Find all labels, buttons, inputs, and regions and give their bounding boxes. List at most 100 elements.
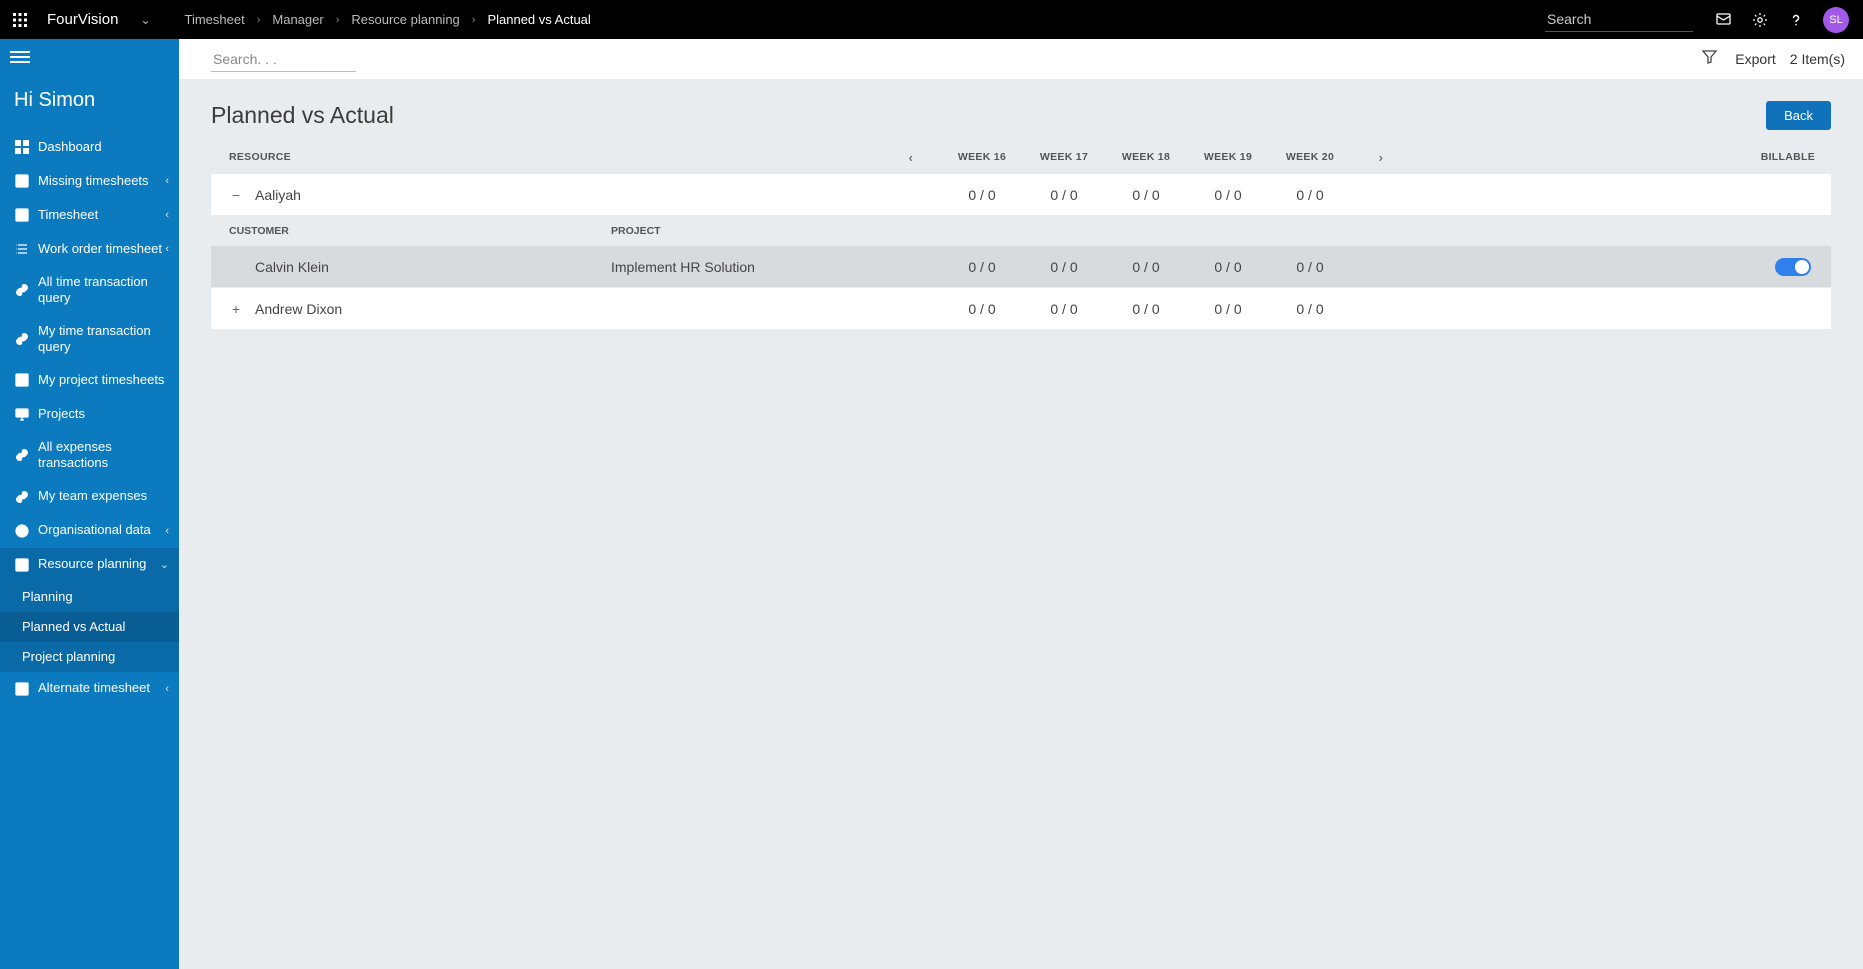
sidebar-item[interactable]: Projects	[0, 397, 179, 431]
sidebar-item[interactable]: My time transaction query	[0, 315, 179, 364]
back-button[interactable]: Back	[1766, 101, 1831, 130]
table: RESOURCE ‹ WEEK 16 WEEK 17 WEEK 18 WEEK …	[179, 140, 1863, 330]
chevron-right-icon: ‹	[165, 209, 169, 221]
week-cell: 0 / 0	[1105, 301, 1187, 317]
collapse-icon[interactable]: −	[229, 188, 243, 202]
sheet-icon	[14, 681, 30, 697]
global-search-input[interactable]	[1545, 7, 1693, 32]
list-icon	[14, 241, 30, 257]
link-icon	[14, 282, 30, 298]
app-launcher-icon[interactable]	[0, 0, 39, 39]
message-icon[interactable]	[1715, 11, 1733, 29]
dashboard-icon	[14, 139, 30, 155]
sidebar: Hi Simon DashboardMissing timesheets‹Tim…	[0, 39, 179, 969]
chevron-right-icon: ›	[336, 14, 340, 26]
sidebar-subitem[interactable]: Project planning	[0, 642, 179, 672]
main-content: Export 2 Item(s) Planned vs Actual Back …	[179, 39, 1863, 969]
sidebar-item[interactable]: All time transaction query	[0, 266, 179, 315]
chevron-down-icon: ⌄	[140, 13, 150, 27]
week-cell: 0 / 0	[1269, 301, 1351, 317]
breadcrumb-1[interactable]: Manager	[272, 12, 323, 27]
col-resource: RESOURCE	[211, 151, 611, 163]
resource-name: Aaliyah	[255, 187, 301, 203]
chevron-right-icon: ‹	[165, 243, 169, 255]
week-cell: 0 / 0	[1269, 187, 1351, 203]
sidebar-submenu: PlanningPlanned vs ActualProject plannin…	[0, 582, 179, 672]
sidebar-item[interactable]: My team expenses	[0, 480, 179, 514]
topbar: FourVision ⌄ Timesheet › Manager › Resou…	[0, 0, 1863, 39]
week-cell: 0 / 0	[1023, 259, 1105, 275]
sidebar-item-label: All expenses transactions	[38, 439, 169, 472]
resource-row: +Andrew Dixon0 / 00 / 00 / 00 / 00 / 0	[211, 288, 1831, 330]
sidebar-item[interactable]: Missing timesheets‹	[0, 164, 179, 198]
sidebar-subitem[interactable]: Planning	[0, 582, 179, 612]
week-prev-icon[interactable]: ‹	[881, 150, 941, 165]
week-cell: 0 / 0	[1023, 301, 1105, 317]
sidebar-item-label: Projects	[38, 406, 169, 422]
sidebar-item[interactable]: Organisational data‹	[0, 514, 179, 548]
sidebar-item[interactable]: Resource planning⌄	[0, 548, 179, 582]
week-cell: 0 / 0	[1187, 301, 1269, 317]
col-project: PROJECT	[611, 225, 881, 237]
sidebar-item-label: Work order timesheet	[38, 241, 165, 257]
sidebar-item-label: Missing timesheets	[38, 173, 165, 189]
col-week: WEEK 16	[941, 151, 1023, 163]
col-week: WEEK 17	[1023, 151, 1105, 163]
sidebar-item[interactable]: Timesheet‹	[0, 198, 179, 232]
chevron-down-icon: ⌄	[160, 558, 169, 571]
week-next-icon[interactable]: ›	[1351, 150, 1411, 165]
sidebar-item-label: All time transaction query	[38, 274, 169, 307]
sidebar-subitem[interactable]: Planned vs Actual	[0, 612, 179, 642]
chevron-right-icon: ‹	[165, 683, 169, 695]
table-header-row: RESOURCE ‹ WEEK 16 WEEK 17 WEEK 18 WEEK …	[211, 140, 1831, 174]
avatar-initials: SL	[1829, 14, 1842, 26]
chevron-right-icon: ‹	[165, 175, 169, 187]
chevron-right-icon: ‹	[165, 525, 169, 537]
sidebar-item[interactable]: Alternate timesheet‹	[0, 672, 179, 706]
breadcrumb-3[interactable]: Planned vs Actual	[487, 12, 590, 27]
breadcrumb-0[interactable]: Timesheet	[185, 12, 245, 27]
sidebar-item-label: Alternate timesheet	[38, 680, 165, 696]
sheet-icon	[14, 173, 30, 189]
table-search-input[interactable]	[211, 47, 356, 72]
customer-name: Calvin Klein	[255, 259, 329, 275]
brand-selector[interactable]: FourVision ⌄	[39, 0, 165, 39]
billable-toggle[interactable]	[1775, 258, 1811, 276]
col-week: WEEK 18	[1105, 151, 1187, 163]
export-button[interactable]: Export	[1735, 51, 1775, 67]
content-toolbar: Export 2 Item(s)	[179, 39, 1863, 79]
resource-row: −Aaliyah0 / 00 / 00 / 00 / 00 / 0	[211, 174, 1831, 216]
user-avatar[interactable]: SL	[1823, 7, 1849, 33]
sidebar-toggle[interactable]	[0, 39, 179, 75]
item-count: 2 Item(s)	[1790, 51, 1845, 67]
help-icon[interactable]	[1787, 11, 1805, 29]
sheet-icon	[14, 372, 30, 388]
week-cell: 0 / 0	[1105, 187, 1187, 203]
week-cell: 0 / 0	[941, 301, 1023, 317]
sidebar-item[interactable]: My project timesheets	[0, 363, 179, 397]
breadcrumbs: Timesheet › Manager › Resource planning …	[185, 0, 591, 39]
col-week: WEEK 19	[1187, 151, 1269, 163]
sidebar-item-label: Organisational data	[38, 522, 165, 538]
detail-header-row: CUSTOMERPROJECT	[211, 216, 1831, 246]
sidebar-item-label: My time transaction query	[38, 323, 169, 356]
week-cell: 0 / 0	[1023, 187, 1105, 203]
week-cell: 0 / 0	[1105, 259, 1187, 275]
sidebar-item[interactable]: Dashboard	[0, 130, 179, 164]
top-icons: SL	[1693, 7, 1863, 33]
gear-icon[interactable]	[1751, 11, 1769, 29]
week-cell: 0 / 0	[1187, 259, 1269, 275]
link-icon	[14, 447, 30, 463]
sidebar-item-label: My team expenses	[38, 488, 169, 504]
week-cell: 0 / 0	[941, 187, 1023, 203]
sidebar-item[interactable]: Work order timesheet‹	[0, 232, 179, 266]
col-customer: CUSTOMER	[211, 225, 611, 237]
week-cell: 0 / 0	[1187, 187, 1269, 203]
breadcrumb-2[interactable]: Resource planning	[351, 12, 459, 27]
filter-icon[interactable]	[1702, 50, 1717, 69]
chevron-right-icon: ›	[472, 14, 476, 26]
sidebar-item[interactable]: All expenses transactions	[0, 431, 179, 480]
expand-icon[interactable]: +	[229, 302, 243, 316]
globe-icon	[14, 523, 30, 539]
greeting: Hi Simon	[0, 75, 179, 130]
